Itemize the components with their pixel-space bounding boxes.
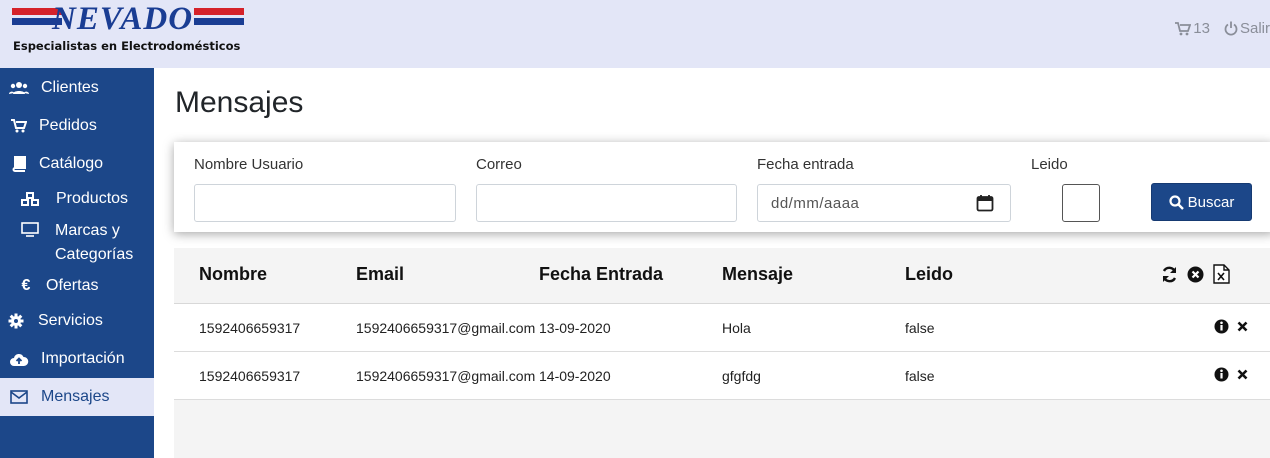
cell-fecha: 13-09-2020 [539, 320, 611, 336]
sidebar-item-servicios[interactable]: Servicios [0, 309, 154, 333]
sidebar-item-label: Mensajes [41, 388, 110, 405]
cell-fecha: 14-09-2020 [539, 368, 611, 384]
col-header-fecha[interactable]: Fecha Entrada [539, 264, 663, 285]
envelope-icon [9, 390, 29, 404]
logo-stripe [194, 8, 244, 15]
book-icon [9, 156, 29, 172]
sidebar-item-label: Productos [56, 190, 129, 207]
logo-tagline: Especialistas en Electrodomésticos [13, 39, 241, 53]
col-header-leido[interactable]: Leido [905, 264, 953, 285]
logo-stripe [194, 18, 244, 25]
info-icon[interactable] [1214, 367, 1229, 382]
leido-checkbox[interactable] [1062, 184, 1100, 222]
sidebar-item-label: Catálogo [39, 155, 104, 172]
delete-icon[interactable] [1237, 321, 1248, 332]
correo-label: Correo [476, 156, 522, 173]
sidebar-item-label: Servicios [38, 312, 103, 329]
sidebar-item-label: Importación [41, 350, 125, 367]
sidebar-item-clientes[interactable]: Clientes [0, 76, 154, 100]
header-actions: 13 Salir [1161, 20, 1270, 37]
excel-export-icon[interactable] [1213, 264, 1230, 284]
nombre-input[interactable] [194, 184, 456, 222]
sidebar-label-line2: Categorías [55, 246, 134, 263]
page-title: Mensajes [175, 86, 304, 119]
sidebar-item-catalogo[interactable]: Catálogo [0, 152, 154, 176]
col-header-nombre[interactable]: Nombre [199, 264, 267, 285]
buscar-button[interactable]: Buscar [1151, 183, 1252, 221]
monitor-icon [20, 222, 40, 237]
fecha-label: Fecha entrada [757, 156, 854, 173]
sidebar-item-label: Clientes [41, 79, 99, 96]
euro-icon: € [21, 277, 31, 294]
sidebar-item-importacion[interactable]: Importación [0, 347, 154, 371]
cell-email: 1592406659317@gmail.com [356, 320, 536, 336]
info-icon[interactable] [1214, 319, 1229, 334]
cloud-upload-icon [9, 352, 29, 367]
filter-panel: Nombre Usuario Correo Fecha entrada dd/m… [174, 142, 1270, 232]
logout-button[interactable]: Salir [1224, 20, 1270, 37]
cell-mensaje: gfgfdg [722, 368, 761, 384]
cart-count: 13 [1193, 20, 1210, 37]
sidebar-item-ofertas[interactable]: € Ofertas [0, 274, 154, 298]
nombre-label: Nombre Usuario [194, 156, 304, 173]
calendar-icon[interactable] [976, 194, 994, 217]
row-actions [1206, 319, 1248, 334]
table-row[interactable]: 1592406659317 1592406659317@gmail.com 13… [174, 304, 1270, 352]
logout-label: Salir [1239, 20, 1270, 37]
cart-button[interactable]: 13 [1175, 20, 1210, 37]
cell-leido: false [905, 368, 935, 384]
sidebar-item-pedidos[interactable]: Pedidos [0, 114, 154, 138]
row-actions [1206, 367, 1248, 382]
messages-table: Nombre Email Fecha Entrada Mensaje Leido… [174, 248, 1270, 458]
cell-nombre: 1592406659317 [199, 320, 301, 336]
delete-icon[interactable] [1237, 369, 1248, 380]
buscar-label: Buscar [1187, 193, 1235, 211]
power-icon [1224, 21, 1238, 36]
cell-email: 1592406659317@gmail.com [356, 368, 536, 384]
logo-brand: NEVADO [52, 1, 194, 37]
cubes-icon [20, 191, 40, 207]
cell-mensaje: Hola [722, 320, 751, 336]
sidebar: Clientes Pedidos Catálogo Productos Marc… [0, 68, 154, 458]
table-header: Nombre Email Fecha Entrada Mensaje Leido [174, 248, 1270, 304]
cell-nombre: 1592406659317 [199, 368, 301, 384]
search-icon [1169, 194, 1184, 210]
cell-leido: false [905, 320, 935, 336]
leido-label: Leido [1031, 156, 1068, 173]
sidebar-item-mensajes[interactable]: Mensajes [0, 378, 154, 416]
sidebar-item-label: Pedidos [39, 117, 97, 134]
sidebar-item-marcas-categorias[interactable]: Marcas y Categorías [0, 219, 154, 267]
fecha-placeholder: dd/mm/aaaa [771, 195, 860, 212]
refresh-icon[interactable] [1161, 266, 1178, 283]
cart-icon [9, 119, 29, 133]
sidebar-label-line1: Marcas y [55, 222, 120, 239]
top-bar: NEVADO Especialistas en Electrodoméstico… [0, 0, 1270, 68]
nevado-logo[interactable]: NEVADO Especialistas en Electrodoméstico… [12, 1, 244, 57]
cart-icon [1175, 21, 1192, 35]
clear-filter-icon[interactable] [1187, 266, 1204, 283]
users-icon [9, 81, 29, 95]
col-header-mensaje[interactable]: Mensaje [722, 264, 793, 285]
sidebar-item-label: Ofertas [46, 277, 99, 294]
gear-icon [6, 313, 26, 329]
correo-input[interactable] [476, 184, 737, 222]
col-header-email[interactable]: Email [356, 264, 404, 285]
sidebar-item-label: Marcas y Categorías [55, 219, 133, 267]
table-toolbar [1152, 264, 1230, 284]
fecha-date-input[interactable]: dd/mm/aaaa [757, 184, 1011, 222]
table-row[interactable]: 1592406659317 1592406659317@gmail.com 14… [174, 352, 1270, 400]
sidebar-item-productos[interactable]: Productos [0, 187, 154, 211]
